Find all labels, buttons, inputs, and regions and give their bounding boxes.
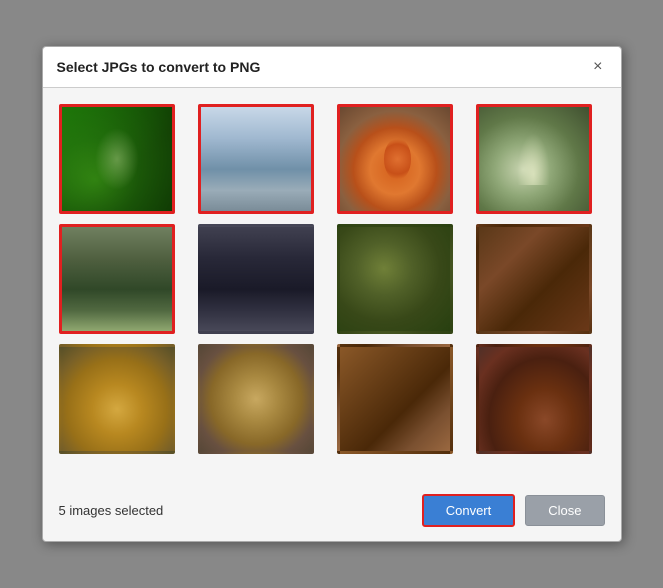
image-cell-pond[interactable]: [59, 224, 175, 334]
dialog-body: [43, 88, 621, 484]
image-cell-flowers[interactable]: [59, 104, 175, 214]
dialog-close-button[interactable]: ×: [589, 57, 606, 77]
status-text: 5 images selected: [59, 503, 164, 518]
image-cell-food[interactable]: [476, 224, 592, 334]
image-cell-wood[interactable]: [337, 344, 453, 454]
dialog-title: Select JPGs to convert to PNG: [57, 59, 261, 75]
image-cell-bird[interactable]: [198, 104, 314, 214]
image-cell-brick[interactable]: [476, 344, 592, 454]
image-cell-vase[interactable]: [198, 344, 314, 454]
image-grid: [59, 104, 605, 454]
close-button[interactable]: Close: [525, 495, 604, 526]
image-cell-orange[interactable]: [337, 104, 453, 214]
convert-button[interactable]: Convert: [422, 494, 516, 527]
dialog-header: Select JPGs to convert to PNG ×: [43, 47, 621, 88]
image-cell-grass[interactable]: [337, 224, 453, 334]
image-cell-lamp[interactable]: [59, 344, 175, 454]
image-cell-silhouette[interactable]: [198, 224, 314, 334]
dialog-footer: 5 images selected Convert Close: [43, 484, 621, 541]
dialog: Select JPGs to convert to PNG × 5 images…: [42, 46, 622, 542]
image-cell-fountain[interactable]: [476, 104, 592, 214]
